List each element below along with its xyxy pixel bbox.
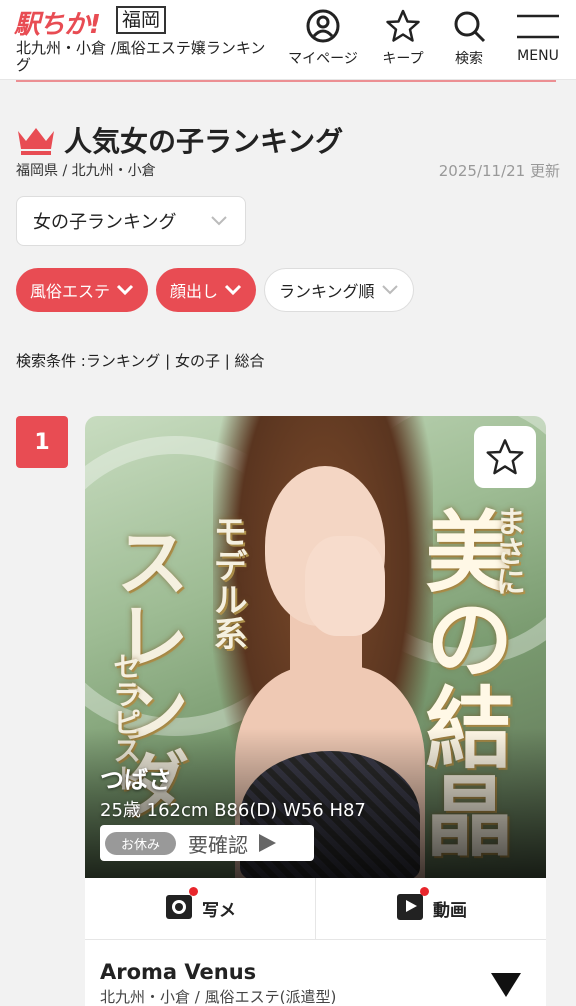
menu-button[interactable]: MENU: [508, 8, 568, 64]
chevron-down-icon: [381, 285, 398, 295]
page-title-row: 人気女の子ランキング: [16, 120, 343, 160]
site-logo[interactable]: 駅ちか!: [14, 4, 101, 41]
search-conditions: 検索条件 :ランキング | 女の子 | 総合: [16, 352, 265, 370]
video-play-icon: [395, 887, 429, 926]
header-divider: [16, 80, 556, 82]
photo-caption-truly: まさに: [490, 506, 525, 596]
crown-icon: [18, 128, 54, 155]
video-label: 動画: [433, 901, 467, 921]
photo-diary-button[interactable]: 写メ: [85, 878, 315, 939]
profile-photo[interactable]: スレンダ セラピスト モデル系 美の結晶 まさに つばさ 25歳 162cm B…: [85, 416, 546, 878]
search-icon: [454, 11, 486, 43]
status-badge: お休み: [105, 831, 177, 855]
mypage-button[interactable]: マイページ: [282, 8, 364, 68]
triangle-down-icon[interactable]: [490, 972, 522, 998]
notification-dot: [189, 887, 198, 896]
play-arrow-icon: [259, 834, 277, 852]
notification-dot: [420, 887, 429, 896]
media-buttons: 写メ 動画: [85, 878, 546, 940]
menu-label: MENU: [517, 48, 559, 64]
chevron-down-icon: [211, 216, 227, 226]
shop-name[interactable]: Aroma Venus: [100, 960, 336, 984]
keep-button[interactable]: キープ: [374, 8, 432, 68]
camera-icon: [164, 887, 198, 926]
filter-chip-label: 風俗エステ: [30, 282, 111, 301]
shop-info[interactable]: Aroma Venus 北九州・小倉 / 風俗エステ(派遣型): [100, 960, 336, 1006]
shop-area: 北九州・小倉 / 風俗エステ(派遣型): [100, 988, 337, 1006]
filter-chips: 風俗エステ 顔出し ランキング順: [16, 268, 414, 312]
chevron-down-icon: [116, 284, 134, 296]
keep-label: キープ: [382, 51, 424, 67]
sort-chip-label: ランキング順: [279, 282, 375, 301]
filter-chip-esthe[interactable]: 風俗エステ: [16, 268, 149, 312]
prefecture-selector[interactable]: 福岡: [116, 6, 167, 34]
hamburger-menu-icon: [517, 14, 559, 39]
photo-figure-hand: [305, 536, 385, 636]
sort-chip[interactable]: ランキング順: [264, 268, 414, 312]
girl-name[interactable]: つばさ: [100, 760, 172, 795]
chevron-down-icon: [224, 284, 242, 296]
photo-diary-label: 写メ: [202, 901, 236, 921]
status-text: 要確認: [188, 832, 249, 857]
site-header: 駅ちか! 福岡 北九州・小倉 /風俗エステ嬢ランキング マイページ キープ 検索…: [0, 0, 576, 80]
search-button[interactable]: 検索: [442, 8, 496, 68]
photo-caption-model: モデル系: [207, 514, 247, 650]
updated-date: 2025/11/21 更新: [438, 162, 560, 180]
video-button[interactable]: 動画: [315, 878, 546, 939]
filter-chip-label: 顔出し: [170, 282, 219, 301]
star-outline-icon: [386, 9, 420, 42]
page-title: 人気女の子ランキング: [64, 125, 344, 158]
star-outline-icon: [486, 439, 524, 475]
availability-status[interactable]: お休み 要確認: [100, 825, 314, 861]
favorite-button[interactable]: [474, 426, 536, 488]
rank-badge: 1: [16, 416, 68, 468]
search-label: 検索: [455, 51, 483, 67]
header-subtitle: 北九州・小倉 /風俗エステ嬢ランキング: [16, 39, 266, 74]
ranking-type-select[interactable]: 女の子ランキング: [16, 196, 246, 246]
mypage-label: マイページ: [288, 51, 358, 67]
area-breadcrumb: 福岡県 / 北九州・小倉: [16, 163, 156, 179]
girl-specs: 25歳 162cm B86(D) W56 H87: [100, 800, 366, 821]
ranking-type-value: 女の子ランキング: [33, 212, 177, 233]
user-circle-icon: [306, 9, 340, 43]
filter-chip-face[interactable]: 顔出し: [156, 268, 257, 312]
ranking-card[interactable]: スレンダ セラピスト モデル系 美の結晶 まさに つばさ 25歳 162cm B…: [85, 416, 546, 1006]
